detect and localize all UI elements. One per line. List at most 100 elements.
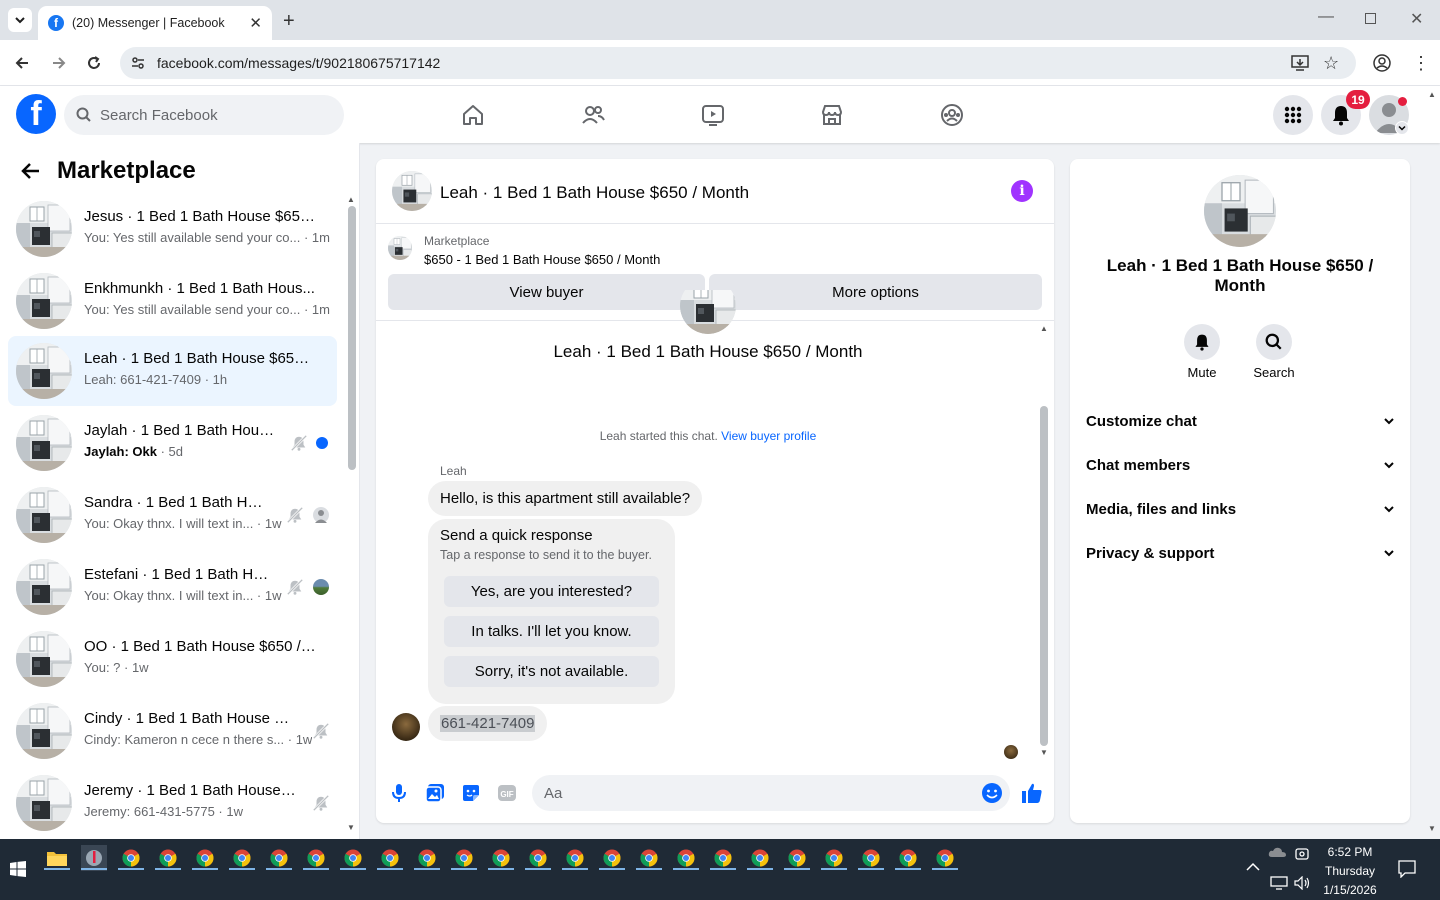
bookmark-star-icon[interactable]: ☆ — [1323, 53, 1339, 74]
contact-avatar[interactable] — [1204, 175, 1276, 247]
chat-scroll-down-icon[interactable]: ▼ — [1040, 748, 1048, 757]
conversation-item[interactable]: OO · 1 Bed 1 Bath House $650 / ... You: ?… — [8, 624, 337, 694]
conversation-item[interactable]: Cindy · 1 Bed 1 Bath House $6... Cindy: K… — [8, 696, 337, 766]
view-buyer-button[interactable]: View buyer — [388, 274, 705, 310]
tab-list-dropdown-icon[interactable] — [8, 8, 32, 32]
taskbar-running-indicator — [525, 868, 551, 870]
conversation-thumbnail — [16, 631, 72, 687]
conversation-item[interactable]: Jesus · 1 Bed 1 Bath House $650 ... You: … — [8, 194, 337, 264]
volume-icon[interactable] — [1294, 876, 1312, 890]
privacy-support-row[interactable]: Privacy & support — [1086, 538, 1396, 568]
svg-text:GIF: GIF — [500, 790, 513, 799]
marketplace-icon[interactable] — [814, 97, 850, 133]
page-scrollbar-down-icon[interactable]: ▼ — [1428, 824, 1436, 833]
mute-button[interactable] — [1184, 324, 1220, 360]
mute-label: Mute — [1187, 365, 1217, 380]
meet-now-icon[interactable] — [1294, 846, 1310, 862]
close-window-icon[interactable]: ✕ — [1410, 9, 1423, 29]
close-tab-icon[interactable]: ✕ — [249, 14, 262, 32]
minimize-window-icon[interactable]: — — [1318, 8, 1334, 26]
scroll-down-arrow-icon[interactable]: ▼ — [347, 823, 355, 832]
chat-scroll-up-icon[interactable]: ▲ — [1040, 324, 1048, 333]
url-field[interactable]: facebook.com/messages/t/902180675717142 — [120, 47, 1356, 79]
microphone-icon[interactable] — [388, 782, 410, 804]
section-label: Customize chat — [1086, 412, 1197, 430]
groups-icon[interactable] — [934, 97, 970, 133]
section-label: Media, files and links — [1086, 500, 1237, 518]
taskbar-running-indicator — [821, 868, 847, 870]
chat-members-row[interactable]: Chat members — [1086, 450, 1396, 480]
notification-badge: 19 — [1346, 90, 1370, 109]
account-menu-chevron-icon[interactable] — [1395, 121, 1409, 135]
message-bubble[interactable]: 661-421-7409 — [428, 706, 548, 741]
browser-tab[interactable]: f (20) Messenger | Facebook ✕ — [38, 6, 272, 40]
conversation-item[interactable]: Enkhmunkh · 1 Bed 1 Bath Hous... You: Yes… — [8, 266, 337, 336]
clock-time: 6:52 PM — [1327, 845, 1373, 859]
emoji-icon[interactable] — [981, 782, 1003, 804]
muted-bell-icon — [290, 434, 308, 452]
network-icon[interactable] — [1270, 876, 1288, 890]
home-icon[interactable] — [455, 97, 491, 133]
contact-name: Leah · 1 Bed 1 Bath House $650 / Month — [1106, 256, 1374, 295]
onedrive-icon[interactable] — [1268, 846, 1288, 858]
conversation-item[interactable]: Estefani · 1 Bed 1 Bath Ho... You: Okay t… — [8, 552, 337, 622]
scroll-up-arrow-icon[interactable]: ▲ — [347, 195, 355, 204]
sticker-icon[interactable] — [460, 782, 482, 804]
chat-title[interactable]: Leah · 1 Bed 1 Bath House $650 / Month — [440, 183, 749, 203]
section-label: Privacy & support — [1086, 544, 1215, 562]
info-icon[interactable]: i — [1011, 180, 1033, 202]
search-placeholder: Search Facebook — [100, 106, 218, 124]
menu-grid-icon[interactable] — [1273, 95, 1313, 135]
restore-window-icon[interactable] — [1365, 13, 1376, 24]
conversation-thumbnail — [16, 201, 72, 257]
conversation-item[interactable]: Jaylah · 1 Bed 1 Bath House... Jaylah: Ok… — [8, 408, 337, 478]
taskbar-clock[interactable]: 6:52 PM Thursday 1/15/2026 — [1316, 843, 1384, 900]
page-scrollbar-up-icon[interactable]: ▲ — [1428, 90, 1436, 99]
media-files-links-row[interactable]: Media, files and links — [1086, 494, 1396, 524]
like-thumb-icon[interactable] — [1020, 781, 1044, 805]
site-info-icon[interactable] — [130, 55, 146, 71]
facebook-logo-icon[interactable]: f — [16, 94, 56, 134]
show-hidden-icons-icon[interactable] — [1246, 862, 1260, 872]
photo-icon[interactable] — [424, 782, 446, 804]
chat-header-avatar[interactable] — [392, 171, 432, 211]
conversation-list-scrollbar[interactable] — [348, 206, 356, 470]
back-icon[interactable] — [13, 54, 31, 72]
quick-response-button[interactable]: Yes, are you interested? — [444, 576, 659, 607]
video-icon[interactable] — [695, 97, 731, 133]
message-input[interactable]: Aa — [532, 775, 1010, 811]
quick-response-button[interactable]: Sorry, it's not available. — [444, 656, 659, 687]
chevron-down-icon — [1382, 502, 1396, 516]
conversation-title: Leah · 1 Bed 1 Bath House $650 / Month — [553, 342, 863, 361]
friends-icon[interactable] — [575, 97, 611, 133]
conversation-item[interactable]: Leah · 1 Bed 1 Bath House $650 /... Leah:… — [8, 336, 337, 406]
conversation-thumbnail — [16, 415, 72, 471]
browser-menu-icon[interactable]: ⋮ — [1412, 54, 1430, 72]
conversation-item[interactable]: Jeremy · 1 Bed 1 Bath House $... Jeremy: … — [8, 768, 337, 838]
install-app-icon[interactable] — [1291, 55, 1309, 71]
seen-avatar — [313, 579, 329, 595]
forward-icon[interactable] — [50, 54, 68, 72]
customize-chat-row[interactable]: Customize chat — [1086, 406, 1396, 436]
facebook-favicon-icon: f — [48, 15, 64, 31]
conversation-item[interactable]: Sandra · 1 Bed 1 Bath Hou... You: Okay th… — [8, 480, 337, 550]
notification-center-icon[interactable] — [1398, 860, 1416, 878]
chat-scrollbar[interactable] — [1040, 406, 1048, 746]
more-options-button[interactable]: More options — [709, 274, 1042, 310]
quick-response-button[interactable]: In talks. I'll let you know. — [444, 616, 659, 647]
facebook-search-input[interactable]: Search Facebook — [64, 95, 344, 135]
new-tab-icon[interactable]: + — [283, 10, 295, 33]
gif-icon[interactable]: GIF — [496, 782, 518, 804]
sender-avatar[interactable] — [392, 713, 420, 741]
profile-icon[interactable] — [1373, 54, 1391, 72]
back-arrow-icon[interactable] — [20, 160, 42, 182]
conversation-name: Jesus · 1 Bed 1 Bath House $650 ... — [84, 208, 316, 225]
search-in-chat-button[interactable] — [1256, 324, 1292, 360]
reload-icon[interactable] — [85, 54, 103, 72]
phone-number-text: 661-421-7409 — [440, 715, 536, 732]
windows-start-icon[interactable] — [10, 861, 26, 877]
view-buyer-profile-link[interactable]: View buyer profile — [721, 429, 816, 443]
message-bubble[interactable]: Hello, is this apartment still available… — [428, 481, 703, 516]
conversation-name: Enkhmunkh · 1 Bed 1 Bath Hous... — [84, 280, 315, 297]
taskbar-running-indicator — [784, 868, 810, 870]
